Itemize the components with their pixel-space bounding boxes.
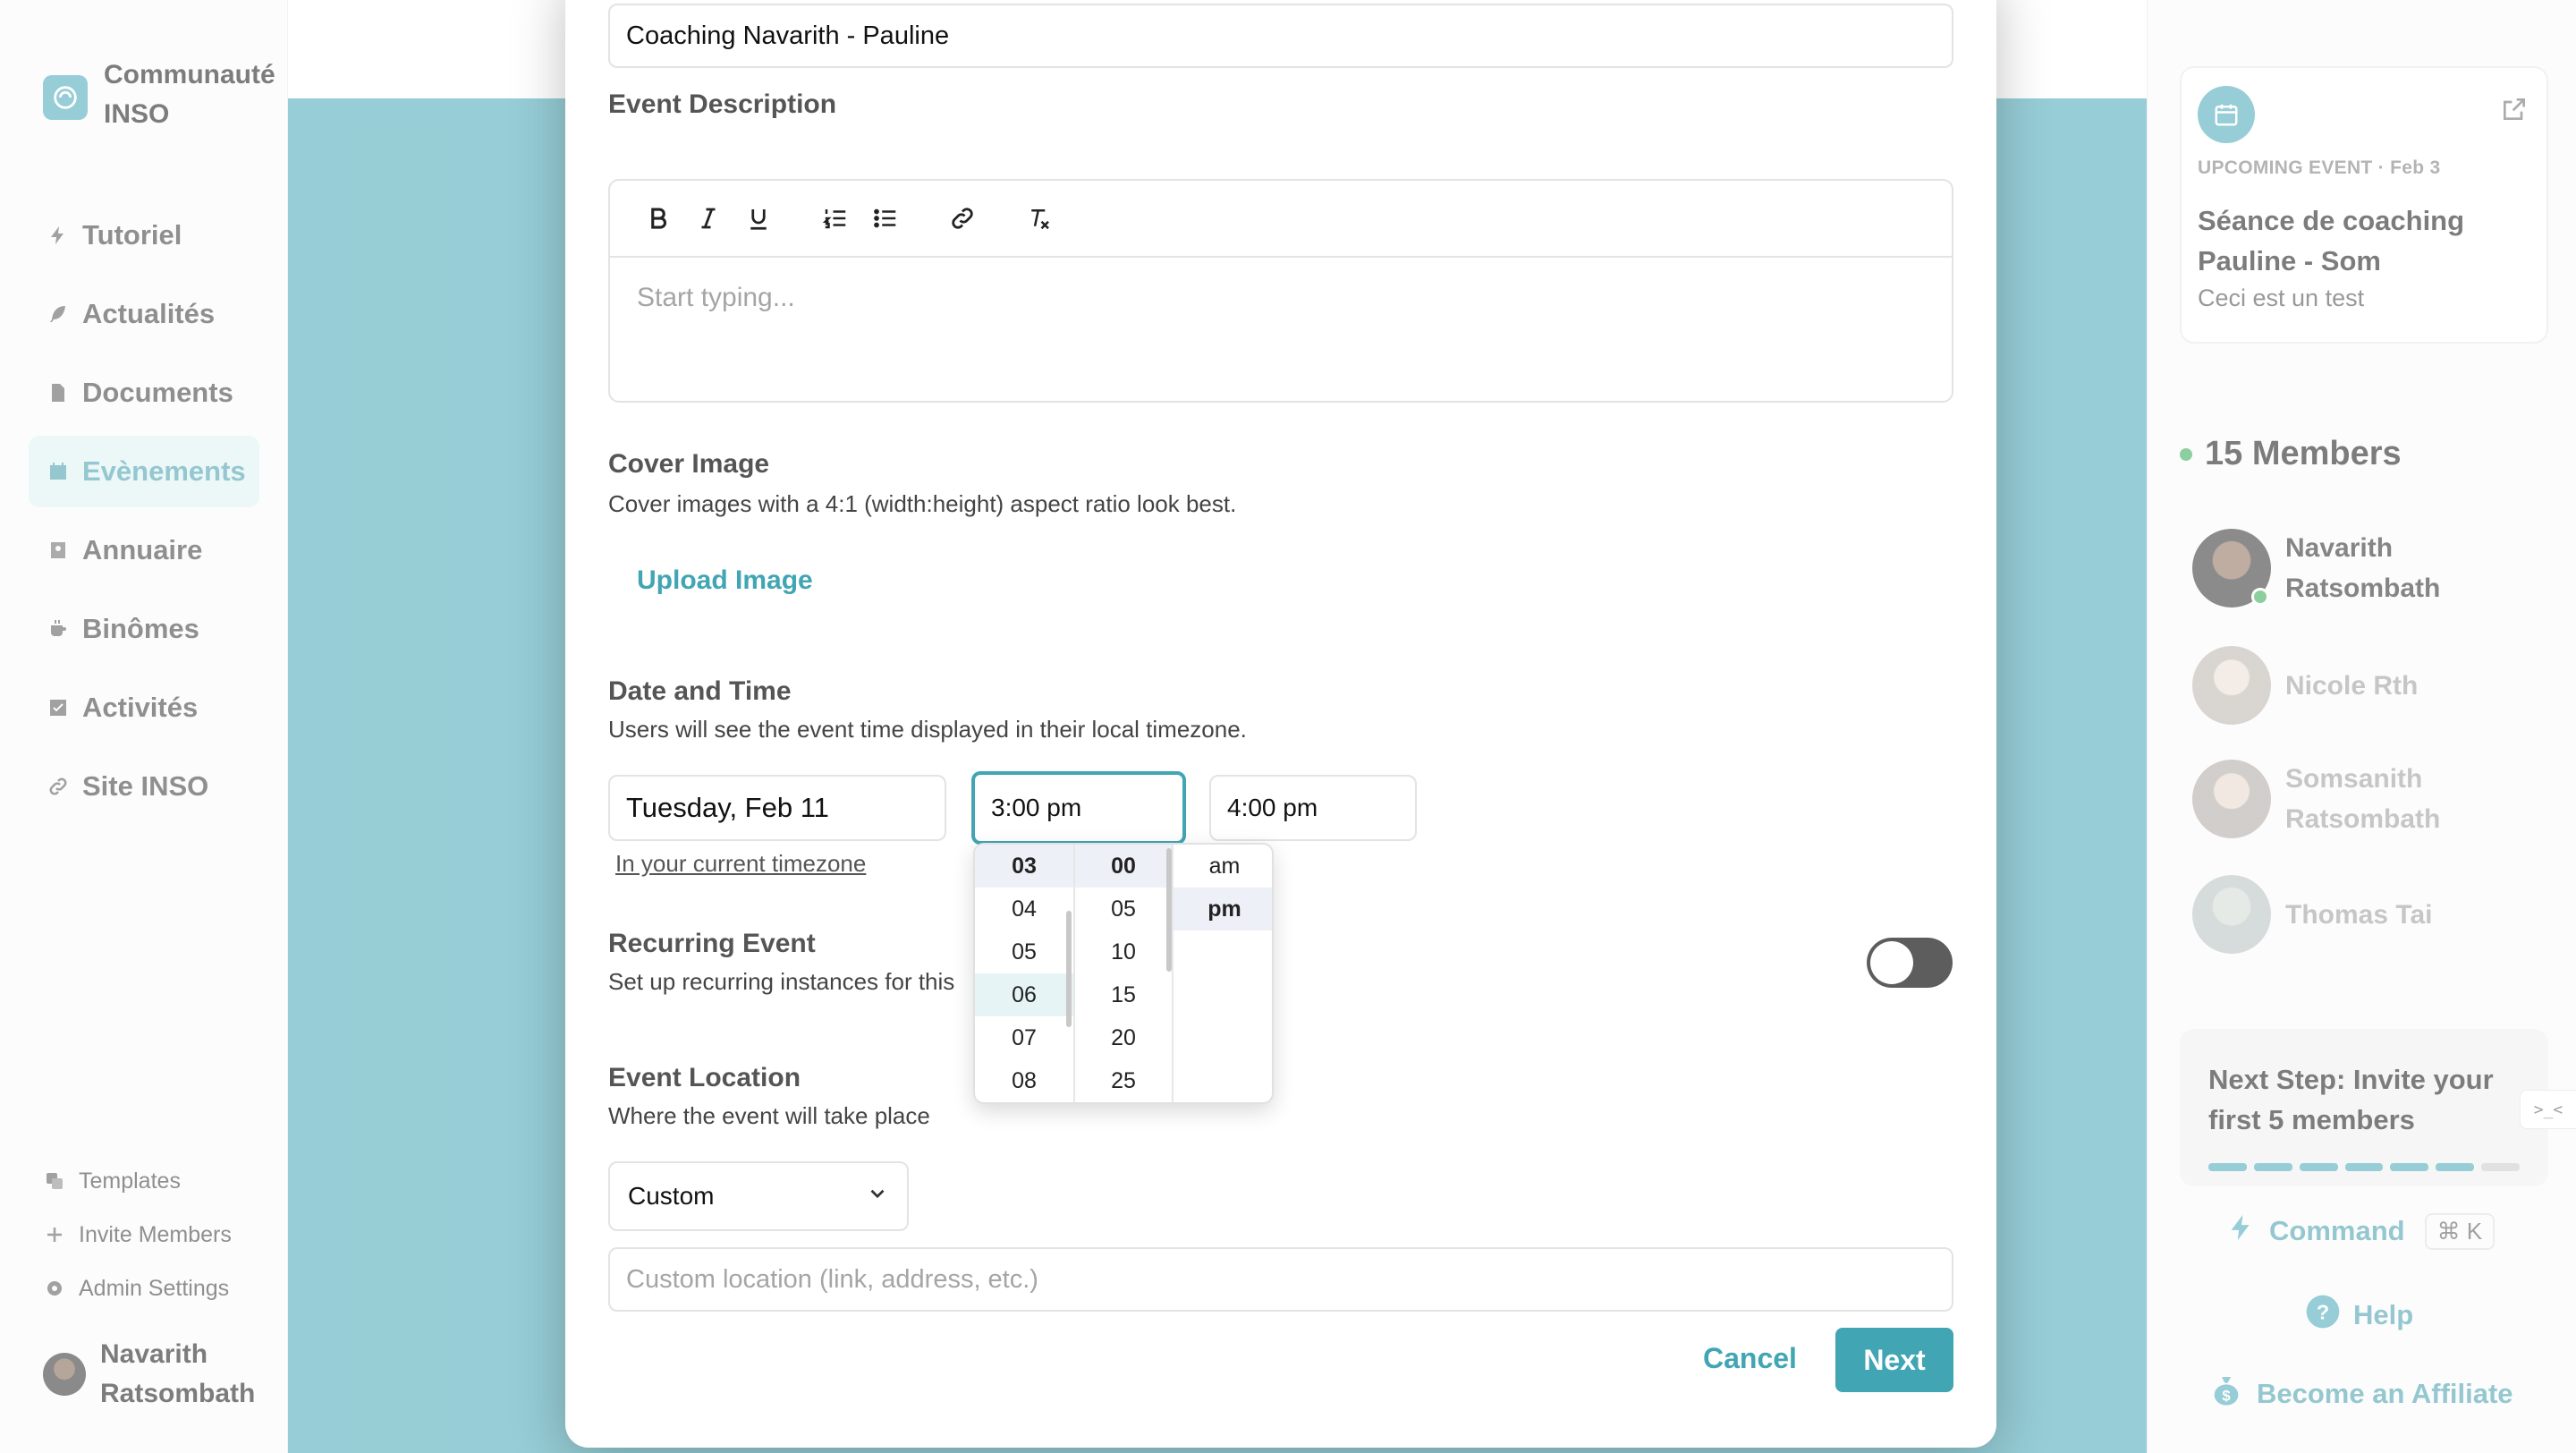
recurring-event-label: Recurring Event bbox=[608, 929, 816, 958]
end-time-value: 4:00 pm bbox=[1227, 794, 1318, 821]
create-event-modal: Coaching Navarith - Pauline Event Descri… bbox=[565, 0, 1996, 1448]
period-column[interactable]: am pm bbox=[1174, 845, 1272, 1102]
minute-column[interactable]: 00 05 10 15 20 25 bbox=[1075, 845, 1172, 1102]
underline-icon[interactable] bbox=[733, 193, 784, 243]
start-time-input[interactable]: 3:00 pm bbox=[971, 771, 1186, 845]
link-icon[interactable] bbox=[937, 193, 987, 243]
date-time-label: Date and Time bbox=[608, 676, 792, 706]
ordered-list-icon[interactable] bbox=[810, 193, 860, 243]
timezone-link[interactable]: In your current timezone bbox=[615, 850, 866, 878]
hour-option[interactable]: 06 bbox=[975, 973, 1073, 1016]
event-name-input[interactable]: Coaching Navarith - Pauline bbox=[608, 4, 1953, 68]
toggle-knob bbox=[1870, 941, 1913, 984]
cover-image-hint: Cover images with a 4:1 (width:height) a… bbox=[608, 490, 1237, 517]
date-time-hint: Users will see the event time displayed … bbox=[608, 716, 1247, 743]
period-option[interactable]: am bbox=[1174, 845, 1272, 888]
recurring-toggle[interactable] bbox=[1867, 938, 1953, 988]
location-type-select[interactable]: Custom bbox=[608, 1161, 909, 1231]
description-placeholder: Start typing... bbox=[637, 283, 795, 312]
minute-option[interactable]: 25 bbox=[1075, 1059, 1172, 1102]
bold-icon[interactable] bbox=[633, 193, 683, 243]
date-input[interactable]: Tuesday, Feb 11 bbox=[608, 775, 946, 841]
hour-option[interactable]: 07 bbox=[975, 1016, 1073, 1059]
location-type-value: Custom bbox=[628, 1182, 715, 1210]
description-label: Event Description bbox=[608, 89, 837, 119]
clear-format-icon[interactable] bbox=[1014, 193, 1064, 243]
description-editor[interactable]: Start typing... bbox=[608, 179, 1953, 403]
italic-icon[interactable] bbox=[683, 193, 733, 243]
hour-option[interactable]: 08 bbox=[975, 1059, 1073, 1102]
minute-option[interactable]: 15 bbox=[1075, 973, 1172, 1016]
minute-option[interactable]: 00 bbox=[1075, 845, 1172, 888]
custom-location-input[interactable]: Custom location (link, address, etc.) bbox=[608, 1247, 1953, 1312]
hour-column[interactable]: 03 04 05 06 07 08 bbox=[975, 845, 1073, 1102]
time-picker-dropdown: 03 04 05 06 07 08 00 05 10 15 20 25 am p… bbox=[973, 843, 1274, 1104]
event-name-value: Coaching Navarith - Pauline bbox=[626, 21, 950, 50]
bullet-list-icon[interactable] bbox=[860, 193, 911, 243]
next-button[interactable]: Next bbox=[1835, 1328, 1953, 1392]
chevron-down-icon bbox=[866, 1182, 889, 1211]
minute-option[interactable]: 20 bbox=[1075, 1016, 1172, 1059]
event-location-label: Event Location bbox=[608, 1063, 801, 1092]
custom-location-placeholder: Custom location (link, address, etc.) bbox=[626, 1264, 1038, 1294]
minute-option[interactable]: 05 bbox=[1075, 888, 1172, 930]
editor-toolbar bbox=[610, 181, 1952, 258]
hour-option[interactable]: 04 bbox=[975, 888, 1073, 930]
upload-image-button[interactable]: Upload Image bbox=[637, 565, 813, 596]
minute-option[interactable]: 10 bbox=[1075, 930, 1172, 973]
end-time-input[interactable]: 4:00 pm bbox=[1209, 775, 1417, 841]
period-option[interactable]: pm bbox=[1174, 888, 1272, 930]
date-value: Tuesday, Feb 11 bbox=[626, 792, 829, 823]
hour-option[interactable]: 03 bbox=[975, 845, 1073, 888]
event-location-hint: Where the event will take place bbox=[608, 1102, 930, 1129]
cover-image-label: Cover Image bbox=[608, 449, 770, 479]
recurring-event-hint: Set up recurring instances for this bbox=[608, 968, 955, 995]
hour-scrollbar[interactable] bbox=[1066, 911, 1072, 1027]
start-time-value: 3:00 pm bbox=[991, 794, 1082, 821]
cancel-button[interactable]: Cancel bbox=[1699, 1330, 1801, 1388]
hour-option[interactable]: 05 bbox=[975, 930, 1073, 973]
